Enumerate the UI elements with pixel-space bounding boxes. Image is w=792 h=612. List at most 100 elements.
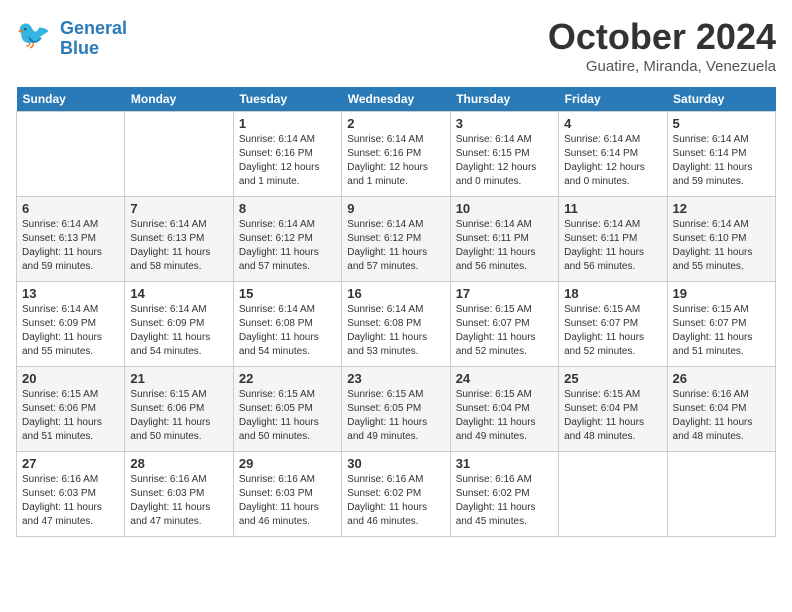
day-of-week-header: Sunday bbox=[17, 87, 125, 112]
calendar-day-cell: 19 Sunrise: 6:15 AM Sunset: 6:07 PM Dayli… bbox=[667, 282, 775, 367]
day-info: Sunrise: 6:14 AM Sunset: 6:09 PM Dayligh… bbox=[22, 303, 119, 359]
day-number: 29 bbox=[239, 456, 336, 471]
day-info: Sunrise: 6:14 AM Sunset: 6:10 PM Dayligh… bbox=[673, 218, 770, 274]
calendar-day-cell: 10 Sunrise: 6:14 AM Sunset: 6:11 PM Dayli… bbox=[450, 197, 558, 282]
calendar-week-row: 13 Sunrise: 6:14 AM Sunset: 6:09 PM Dayli… bbox=[17, 282, 776, 367]
calendar-day-cell: 2Sunrise: 6:14 AM Sunset: 6:16 PM Daylig… bbox=[342, 112, 450, 197]
day-number: 30 bbox=[347, 456, 444, 471]
header-row: SundayMondayTuesdayWednesdayThursdayFrid… bbox=[17, 87, 776, 112]
day-info: Sunrise: 6:16 AM Sunset: 6:03 PM Dayligh… bbox=[130, 473, 227, 529]
calendar-day-cell: 5Sunrise: 6:14 AM Sunset: 6:14 PM Daylig… bbox=[667, 112, 775, 197]
day-info: Sunrise: 6:14 AM Sunset: 6:11 PM Dayligh… bbox=[564, 218, 661, 274]
calendar-day-cell bbox=[667, 452, 775, 537]
calendar-day-cell: 20 Sunrise: 6:15 AM Sunset: 6:06 PM Dayli… bbox=[17, 367, 125, 452]
day-number: 17 bbox=[456, 286, 553, 301]
day-number: 21 bbox=[130, 371, 227, 386]
day-info: Sunrise: 6:14 AM Sunset: 6:13 PM Dayligh… bbox=[130, 218, 227, 274]
title-block: October 2024 Guatire, Miranda, Venezuela bbox=[548, 16, 776, 75]
calendar-body: 1Sunrise: 6:14 AM Sunset: 6:16 PM Daylig… bbox=[17, 112, 776, 537]
day-number: 15 bbox=[239, 286, 336, 301]
day-number: 12 bbox=[673, 201, 770, 216]
calendar-day-cell: 12 Sunrise: 6:14 AM Sunset: 6:10 PM Dayli… bbox=[667, 197, 775, 282]
calendar-day-cell: 26Sunrise: 6:16 AM Sunset: 6:04 PM Dayli… bbox=[667, 367, 775, 452]
day-info: Sunrise: 6:16 AM Sunset: 6:02 PM Dayligh… bbox=[347, 473, 444, 529]
day-info: Sunrise: 6:16 AM Sunset: 6:03 PM Dayligh… bbox=[22, 473, 119, 529]
day-info: Sunrise: 6:14 AM Sunset: 6:11 PM Dayligh… bbox=[456, 218, 553, 274]
calendar-week-row: 6 Sunrise: 6:14 AM Sunset: 6:13 PM Daylig… bbox=[17, 197, 776, 282]
day-number: 13 bbox=[22, 286, 119, 301]
day-number: 6 bbox=[22, 201, 119, 216]
calendar-week-row: 20 Sunrise: 6:15 AM Sunset: 6:06 PM Dayli… bbox=[17, 367, 776, 452]
day-of-week-header: Friday bbox=[559, 87, 667, 112]
calendar-day-cell: 13 Sunrise: 6:14 AM Sunset: 6:09 PM Dayli… bbox=[17, 282, 125, 367]
day-number: 27 bbox=[22, 456, 119, 471]
location: Guatire, Miranda, Venezuela bbox=[548, 58, 776, 75]
calendar-day-cell: 18 Sunrise: 6:15 AM Sunset: 6:07 PM Dayli… bbox=[559, 282, 667, 367]
day-info: Sunrise: 6:15 AM Sunset: 6:06 PM Dayligh… bbox=[130, 388, 227, 444]
day-info: Sunrise: 6:15 AM Sunset: 6:07 PM Dayligh… bbox=[673, 303, 770, 359]
day-info: Sunrise: 6:14 AM Sunset: 6:14 PM Dayligh… bbox=[564, 133, 661, 189]
calendar-day-cell: 23Sunrise: 6:15 AM Sunset: 6:05 PM Dayli… bbox=[342, 367, 450, 452]
day-number: 5 bbox=[673, 116, 770, 131]
calendar-table: SundayMondayTuesdayWednesdayThursdayFrid… bbox=[16, 87, 776, 537]
calendar-day-cell: 11Sunrise: 6:14 AM Sunset: 6:11 PM Dayli… bbox=[559, 197, 667, 282]
day-info: Sunrise: 6:14 AM Sunset: 6:16 PM Dayligh… bbox=[347, 133, 444, 189]
calendar-day-cell: 4Sunrise: 6:14 AM Sunset: 6:14 PM Daylig… bbox=[559, 112, 667, 197]
logo-general: General bbox=[60, 18, 127, 38]
day-info: Sunrise: 6:16 AM Sunset: 6:04 PM Dayligh… bbox=[673, 388, 770, 444]
calendar-day-cell: 22 Sunrise: 6:15 AM Sunset: 6:05 PM Dayli… bbox=[233, 367, 341, 452]
calendar-day-cell: 28 Sunrise: 6:16 AM Sunset: 6:03 PM Dayli… bbox=[125, 452, 233, 537]
month-title: October 2024 bbox=[548, 16, 776, 58]
day-info: Sunrise: 6:16 AM Sunset: 6:02 PM Dayligh… bbox=[456, 473, 553, 529]
day-info: Sunrise: 6:15 AM Sunset: 6:05 PM Dayligh… bbox=[239, 388, 336, 444]
day-number: 20 bbox=[22, 371, 119, 386]
calendar-day-cell: 24 Sunrise: 6:15 AM Sunset: 6:04 PM Dayli… bbox=[450, 367, 558, 452]
calendar-day-cell: 8 Sunrise: 6:14 AM Sunset: 6:12 PM Daylig… bbox=[233, 197, 341, 282]
day-number: 19 bbox=[673, 286, 770, 301]
calendar-day-cell: 29Sunrise: 6:16 AM Sunset: 6:03 PM Dayli… bbox=[233, 452, 341, 537]
day-info: Sunrise: 6:14 AM Sunset: 6:12 PM Dayligh… bbox=[239, 218, 336, 274]
logo-bird-icon: 🐦 bbox=[16, 16, 56, 56]
calendar-day-cell: 30 Sunrise: 6:16 AM Sunset: 6:02 PM Dayli… bbox=[342, 452, 450, 537]
calendar-day-cell: 3Sunrise: 6:14 AM Sunset: 6:15 PM Daylig… bbox=[450, 112, 558, 197]
day-info: Sunrise: 6:14 AM Sunset: 6:08 PM Dayligh… bbox=[239, 303, 336, 359]
day-info: Sunrise: 6:14 AM Sunset: 6:12 PM Dayligh… bbox=[347, 218, 444, 274]
day-of-week-header: Wednesday bbox=[342, 87, 450, 112]
svg-text:🐦: 🐦 bbox=[16, 19, 51, 50]
calendar-day-cell: 6 Sunrise: 6:14 AM Sunset: 6:13 PM Daylig… bbox=[17, 197, 125, 282]
calendar-day-cell: 1Sunrise: 6:14 AM Sunset: 6:16 PM Daylig… bbox=[233, 112, 341, 197]
calendar-day-cell: 14Sunrise: 6:14 AM Sunset: 6:09 PM Dayli… bbox=[125, 282, 233, 367]
calendar-header: SundayMondayTuesdayWednesdayThursdayFrid… bbox=[17, 87, 776, 112]
calendar-day-cell: 9Sunrise: 6:14 AM Sunset: 6:12 PM Daylig… bbox=[342, 197, 450, 282]
calendar-day-cell: 25 Sunrise: 6:15 AM Sunset: 6:04 PM Dayli… bbox=[559, 367, 667, 452]
day-info: Sunrise: 6:15 AM Sunset: 6:07 PM Dayligh… bbox=[564, 303, 661, 359]
day-number: 24 bbox=[456, 371, 553, 386]
day-number: 8 bbox=[239, 201, 336, 216]
day-number: 25 bbox=[564, 371, 661, 386]
day-number: 18 bbox=[564, 286, 661, 301]
day-info: Sunrise: 6:14 AM Sunset: 6:15 PM Dayligh… bbox=[456, 133, 553, 189]
calendar-day-cell: 15 Sunrise: 6:14 AM Sunset: 6:08 PM Dayli… bbox=[233, 282, 341, 367]
logo: 🐦 General Blue bbox=[16, 16, 127, 61]
day-number: 23 bbox=[347, 371, 444, 386]
calendar-week-row: 27 Sunrise: 6:16 AM Sunset: 6:03 PM Dayli… bbox=[17, 452, 776, 537]
day-info: Sunrise: 6:15 AM Sunset: 6:04 PM Dayligh… bbox=[456, 388, 553, 444]
day-number: 7 bbox=[130, 201, 227, 216]
day-number: 22 bbox=[239, 371, 336, 386]
calendar-day-cell: 17Sunrise: 6:15 AM Sunset: 6:07 PM Dayli… bbox=[450, 282, 558, 367]
day-number: 28 bbox=[130, 456, 227, 471]
day-info: Sunrise: 6:14 AM Sunset: 6:16 PM Dayligh… bbox=[239, 133, 336, 189]
day-info: Sunrise: 6:15 AM Sunset: 6:04 PM Dayligh… bbox=[564, 388, 661, 444]
day-of-week-header: Monday bbox=[125, 87, 233, 112]
day-of-week-header: Saturday bbox=[667, 87, 775, 112]
calendar-week-row: 1Sunrise: 6:14 AM Sunset: 6:16 PM Daylig… bbox=[17, 112, 776, 197]
calendar-day-cell: 27 Sunrise: 6:16 AM Sunset: 6:03 PM Dayli… bbox=[17, 452, 125, 537]
day-number: 10 bbox=[456, 201, 553, 216]
day-info: Sunrise: 6:14 AM Sunset: 6:13 PM Dayligh… bbox=[22, 218, 119, 274]
day-info: Sunrise: 6:14 AM Sunset: 6:08 PM Dayligh… bbox=[347, 303, 444, 359]
calendar-day-cell: 21 Sunrise: 6:15 AM Sunset: 6:06 PM Dayli… bbox=[125, 367, 233, 452]
day-of-week-header: Thursday bbox=[450, 87, 558, 112]
calendar-day-cell bbox=[559, 452, 667, 537]
day-info: Sunrise: 6:14 AM Sunset: 6:09 PM Dayligh… bbox=[130, 303, 227, 359]
day-info: Sunrise: 6:15 AM Sunset: 6:06 PM Dayligh… bbox=[22, 388, 119, 444]
